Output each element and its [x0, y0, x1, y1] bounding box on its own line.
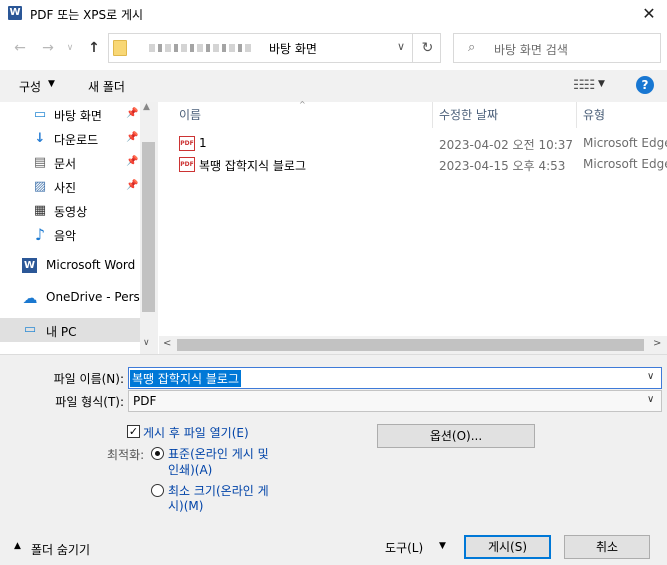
file-row[interactable]: PDF 1 2023-04-02 오전 10:37 Microsoft Edge	[159, 133, 667, 154]
file-name-label: 파일 이름(N):	[53, 372, 124, 386]
picture-icon: ▨	[33, 179, 47, 194]
caret-down-icon[interactable]: ▼	[598, 79, 605, 89]
help-icon[interactable]: ?	[636, 76, 654, 94]
folder-icon	[113, 40, 127, 56]
close-icon[interactable]: ✕	[632, 2, 666, 26]
file-row[interactable]: PDF 복땡 잡학지식 블로그 2023-04-15 오후 4:53 Micro…	[159, 154, 667, 175]
pin-icon: 📌	[126, 132, 139, 143]
tools-button[interactable]: 도구(L)	[385, 539, 423, 556]
minimum-size-radio[interactable]	[151, 484, 164, 497]
pc-icon: ▭	[23, 322, 37, 337]
music-icon: ♪	[34, 225, 46, 244]
optimize-label: 최적화:	[107, 448, 145, 462]
nav-item-this-pc[interactable]: ▭ 내 PC	[0, 318, 140, 342]
refresh-icon[interactable]: ↻	[412, 34, 442, 62]
title-bar: W PDF 또는 XPS로 게시 ✕	[0, 0, 667, 28]
file-name-value[interactable]: 복땡 잡학지식 블로그	[130, 370, 241, 387]
pin-icon: 📌	[126, 180, 139, 191]
address-bar[interactable]: 바탕 화면 ∨ ↻	[108, 33, 441, 63]
pin-icon: 📌	[126, 156, 139, 167]
organize-button[interactable]: 구성	[19, 78, 41, 95]
column-header-name[interactable]: 이름	[179, 106, 201, 128]
chevron-up-icon[interactable]: ▲	[14, 541, 21, 551]
search-icon: ⌕	[468, 40, 476, 55]
back-arrow-icon[interactable]: ←	[12, 40, 28, 56]
address-dropdown-icon[interactable]: ∨	[397, 40, 405, 53]
scroll-up-icon[interactable]: ▲	[143, 102, 150, 112]
standard-label-line1[interactable]: 표준(온라인 게시 및	[168, 445, 269, 462]
desktop-icon: ▭	[33, 107, 47, 122]
nav-scrollbar[interactable]: ▲ ∨	[140, 102, 158, 354]
publish-button[interactable]: 게시(S)	[464, 535, 551, 559]
chevron-down-icon[interactable]: ∨	[647, 371, 654, 382]
nav-item-desktop[interactable]: ▭ 바탕 화면 📌	[0, 104, 140, 126]
minimum-size-label-line2[interactable]: 시)(M)	[168, 497, 203, 514]
standard-radio[interactable]	[151, 447, 164, 460]
nav-item-onedrive[interactable]: ☁ OneDrive - Persor	[0, 287, 141, 309]
redacted-path	[149, 44, 253, 52]
window-title: PDF 또는 XPS로 게시	[30, 8, 144, 22]
nav-scroll-thumb[interactable]	[142, 142, 155, 312]
nav-item-documents[interactable]: ▤ 문서 📌	[0, 152, 140, 174]
forward-arrow-icon[interactable]: →	[40, 40, 56, 56]
nav-item-downloads[interactable]: ↓ 다운로드 📌	[0, 128, 140, 150]
view-options-icon[interactable]: ☷☷	[573, 78, 595, 93]
column-divider[interactable]	[576, 102, 577, 128]
file-type-select[interactable]: PDF ∨	[128, 390, 662, 412]
save-options-panel: 파일 이름(N): 복땡 잡학지식 블로그 ∨ 파일 형식(T): PDF ∨ …	[0, 354, 667, 565]
pin-icon: 📌	[126, 108, 139, 119]
file-list: ^ 이름 수정한 날짜 유형 PDF 1 2023-04-02 오전 10:37…	[159, 100, 667, 354]
nav-item-pictures[interactable]: ▨ 사진 📌	[0, 176, 140, 198]
file-type-label: 파일 형식(T):	[55, 395, 124, 409]
pdf-file-icon: PDF	[179, 136, 195, 151]
cancel-button[interactable]: 취소	[564, 535, 650, 559]
sort-ascending-icon: ^	[299, 100, 306, 109]
file-name-input[interactable]: 복땡 잡학지식 블로그 ∨	[128, 367, 662, 389]
nav-item-videos[interactable]: ▦ 동영상	[0, 200, 140, 222]
file-type-value: PDF	[133, 394, 157, 408]
up-arrow-icon[interactable]: ↑	[86, 40, 102, 56]
column-header-type[interactable]: 유형	[583, 106, 605, 128]
open-after-publish-label[interactable]: 게시 후 파일 열기(E)	[143, 424, 249, 441]
download-icon: ↓	[34, 131, 46, 146]
new-folder-button[interactable]: 새 폴더	[88, 78, 125, 95]
command-toolbar: 구성 ▼ 새 폴더 ☷☷ ▼ ?	[0, 70, 667, 102]
nav-item-microsoft-word[interactable]: W Microsoft Word	[0, 255, 140, 277]
scroll-down-icon[interactable]: ∨	[143, 338, 150, 348]
search-placeholder: 바탕 화면 검색	[494, 43, 568, 57]
options-button[interactable]: 옵션(O)...	[377, 424, 535, 448]
scroll-right-icon[interactable]: >	[653, 338, 661, 349]
document-icon: ▤	[33, 155, 47, 170]
horizontal-scroll-thumb[interactable]	[177, 339, 644, 351]
pdf-file-icon: PDF	[179, 157, 195, 172]
open-after-publish-checkbox[interactable]: ✓	[127, 425, 140, 438]
word-app-icon: W	[8, 6, 22, 20]
scroll-left-icon[interactable]: <	[163, 338, 171, 349]
caret-down-icon[interactable]: ▼	[48, 79, 55, 89]
nav-item-music[interactable]: ♪ 음악	[0, 224, 140, 246]
hide-folders-button[interactable]: 폴더 숨기기	[31, 541, 90, 558]
video-icon: ▦	[33, 203, 47, 218]
cloud-icon: ☁	[22, 289, 38, 307]
current-location[interactable]: 바탕 화면	[269, 40, 317, 57]
navigation-pane: ▭ 바탕 화면 📌 ↓ 다운로드 📌 ▤ 문서 📌 ▨ 사진 📌 ▦ 동영상 ♪…	[0, 102, 158, 354]
caret-down-icon[interactable]: ▼	[439, 541, 446, 551]
recent-locations-chevron-icon[interactable]: ∨	[62, 40, 78, 56]
search-box[interactable]: ⌕ 바탕 화면 검색	[453, 33, 661, 63]
word-icon: W	[22, 258, 37, 273]
chevron-down-icon[interactable]: ∨	[647, 394, 654, 405]
column-divider[interactable]	[432, 102, 433, 128]
column-header-modified[interactable]: 수정한 날짜	[439, 106, 498, 128]
horizontal-scrollbar[interactable]: < >	[159, 336, 667, 354]
standard-label-line2[interactable]: 인쇄)(A)	[168, 461, 212, 478]
